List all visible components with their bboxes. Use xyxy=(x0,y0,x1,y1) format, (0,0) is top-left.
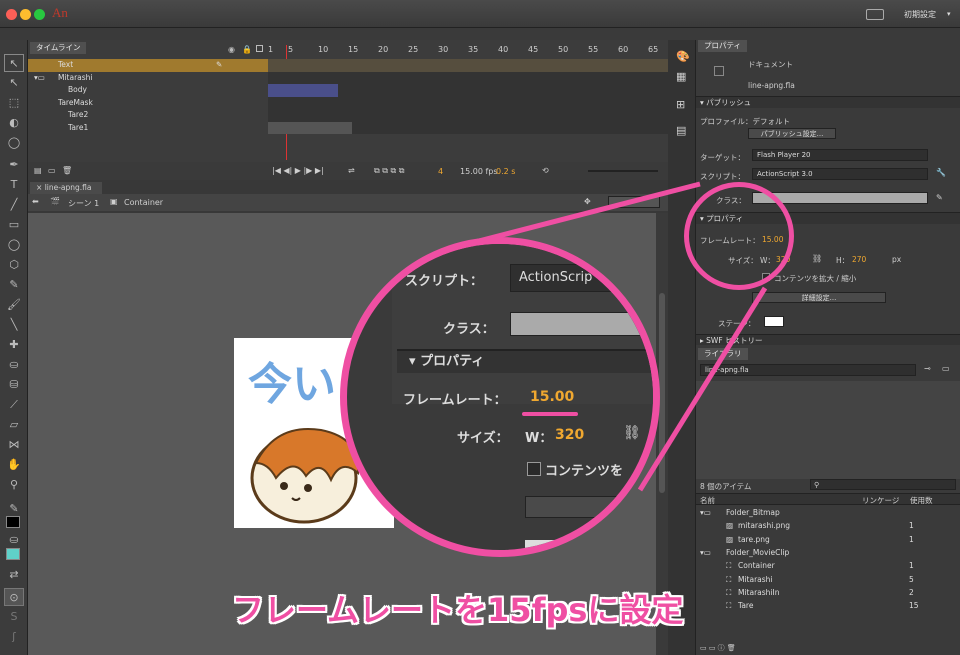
zoom-framerate-value: 15.00 xyxy=(530,389,575,405)
zoom-scale-label: コンテンツを xyxy=(545,464,624,479)
framerate-underline xyxy=(522,412,578,416)
zoom-width-value: 320 xyxy=(555,427,585,443)
zoom-class-input xyxy=(510,312,653,336)
zoom-section-properties: ▾ プロパティ xyxy=(397,349,653,373)
zoom-link-icon: ⛓ xyxy=(623,425,641,441)
zoom-width-label: W： xyxy=(525,431,553,446)
zoom-size-label: サイズ： xyxy=(457,431,509,446)
tutorial-caption: フレームレートを15fpsに設定 xyxy=(232,591,684,629)
zoom-class-label: クラス： xyxy=(443,322,495,337)
zoom-script-dropdown: ActionScrip xyxy=(510,264,653,292)
zoom-scale-checkbox xyxy=(527,462,541,476)
zoom-framerate-label: フレームレート： xyxy=(403,393,507,408)
zoom-magnifier: スクリプト： ActionScrip クラス： ▾ プロパティ フレームレート：… xyxy=(340,237,660,557)
zoom-advanced-button xyxy=(525,496,653,518)
zoom-script-label: スクリプト： xyxy=(405,274,484,289)
